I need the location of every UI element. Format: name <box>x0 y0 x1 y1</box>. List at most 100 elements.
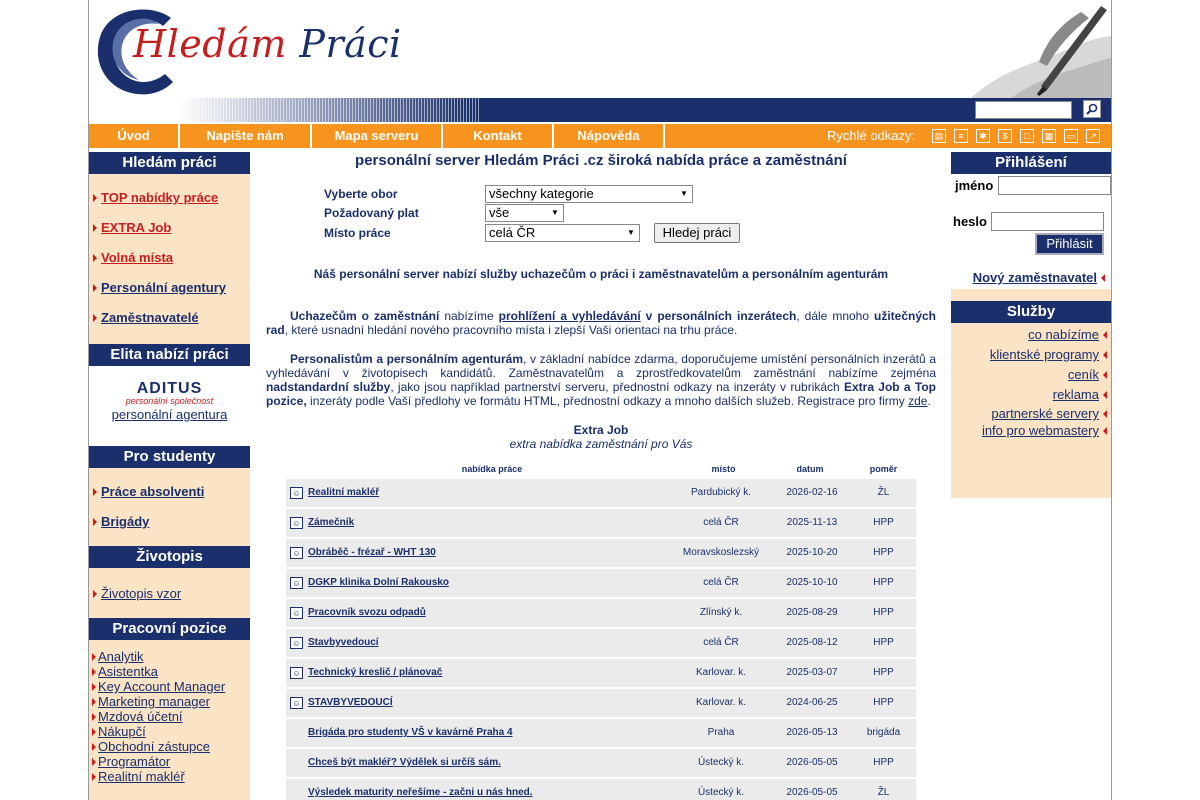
sidebar-link-volna-mista[interactable]: Volná místa <box>89 250 250 280</box>
arrow-left-icon <box>1103 351 1107 360</box>
table-row[interactable]: ☺ Technický kreslič / plánovač Karlovar. k… <box>286 659 916 687</box>
table-row[interactable]: ☺ STAVBYVEDOUCÍ Karlovar. k. 2024-06-25 HPP <box>286 689 916 717</box>
quick-link-money-icon[interactable]: $ <box>998 129 1012 143</box>
menu-item-mapa-serveru[interactable]: Mapa serveru <box>312 124 443 148</box>
table-row[interactable]: ☺ Realitní makléř Pardubický k. 2026-02-16 Ž… <box>286 479 916 507</box>
select-misto-value: celá ČR <box>489 225 536 240</box>
select-misto[interactable]: celá ČR ▼ <box>485 224 640 242</box>
link-prohlizeni[interactable]: prohlížení a vyhledávání <box>499 309 641 323</box>
menu-item-kontakt[interactable]: Kontakt <box>443 124 554 148</box>
quick-link-doc-icon[interactable]: □ <box>1020 129 1034 143</box>
table-row[interactable]: ☺ Obráběč - frézař - WHT 130 Moravskoslezs… <box>286 539 916 567</box>
search-button[interactable] <box>1083 100 1101 118</box>
left-header-pro-studenty: Pro studenty <box>89 446 250 468</box>
job-location: Karlovar. k. <box>695 697 747 708</box>
sidebar-link-brigady[interactable]: Brigády <box>89 514 250 544</box>
table-row[interactable]: ☺ Pracovník svozu odpadů Zlínský k. 2025-08… <box>286 599 916 627</box>
job-title-link[interactable]: Výsledek maturity neřešíme - začni u nás… <box>308 779 533 800</box>
arrow-icon <box>92 728 96 737</box>
page: Hledám Práci Úvod Napište nám Mapa serve… <box>88 0 1112 800</box>
paragraph-candidates: Uchazečům o zaměstnání nabízíme prohlíže… <box>266 309 937 337</box>
right-header-sluzby: Služby <box>951 301 1111 323</box>
service-link-reklama[interactable]: reklama <box>951 385 1111 405</box>
quick-link-person-icon[interactable]: ✱ <box>976 129 990 143</box>
left-header-pracovni-pozice: Pracovní pozice <box>89 618 250 640</box>
arrow-icon <box>92 758 96 767</box>
sidebar-link-personalni-agentury[interactable]: Personální agentury <box>89 280 250 310</box>
right-header-prihlaseni: Přihlášení <box>951 152 1111 174</box>
menu-item-uvod[interactable]: Úvod <box>89 124 180 148</box>
job-title-link[interactable]: DGKP klinika Dolní Rakousko <box>308 569 449 597</box>
position-link-marketing[interactable]: Marketing manager <box>89 694 250 709</box>
table-row[interactable]: Brigáda pro studenty VŠ v kavárně Praha … <box>286 719 916 747</box>
quick-link-list-icon[interactable]: ≡ <box>954 129 968 143</box>
intro-text: Náš personální server nabízí služby ucha… <box>313 267 889 281</box>
job-title-link[interactable]: Zámečník <box>308 509 354 537</box>
service-link-partnerske-servery[interactable]: partnerské servery <box>951 405 1111 422</box>
arrow-icon <box>93 224 97 233</box>
position-link-programator[interactable]: Programátor <box>89 754 250 769</box>
job-title-link[interactable]: Realitní makléř <box>308 479 379 507</box>
position-link-nakupci[interactable]: Nákupčí <box>89 724 250 739</box>
username-label: jméno <box>955 178 994 193</box>
position-link-mzdova-ucetni[interactable]: Mzdová účetní <box>89 709 250 724</box>
login-button[interactable]: Přihlásit <box>1035 233 1104 255</box>
menu-item-napoveda[interactable]: Nápověda <box>554 124 665 148</box>
password-input[interactable] <box>991 212 1104 231</box>
col-header-pomer: poměr <box>869 464 898 474</box>
username-input[interactable] <box>998 176 1111 195</box>
aditus-subtitle: personální společnost <box>125 396 214 406</box>
arrow-icon <box>92 743 96 752</box>
job-title-link[interactable]: Chceš být makléř? Výdělek si určíš sám. <box>308 749 501 777</box>
link-zde[interactable]: zde <box>908 394 927 408</box>
position-link-realitni-makler[interactable]: Realitní makléř <box>89 769 250 784</box>
find-job-button[interactable]: Hledej práci <box>654 223 740 243</box>
table-row[interactable]: Výsledek maturity neřešíme - začni u nás… <box>286 779 916 800</box>
new-employer-link[interactable]: Nový zaměstnavatel <box>973 270 1109 285</box>
job-title-link[interactable]: Pracovník svozu odpadů <box>308 599 426 627</box>
smiley-icon: ☺ <box>290 667 303 679</box>
service-link-cenik[interactable]: ceník <box>951 365 1111 385</box>
search-input[interactable] <box>975 101 1072 119</box>
select-plat[interactable]: vše ▼ <box>485 204 564 222</box>
position-link-obchodni-zastupce[interactable]: Obchodní zástupce <box>89 739 250 754</box>
table-row[interactable]: Chceš být makléř? Výdělek si určíš sám. Ú… <box>286 749 916 777</box>
table-row[interactable]: ☺ Stavbyvedoucí celá ČR 2025-08-12 HPP <box>286 629 916 657</box>
sidebar-link-zivotopis-vzor[interactable]: Životopis vzor <box>89 586 250 601</box>
pen-hand-icon <box>951 0 1111 98</box>
sidebar-link-extra-job[interactable]: EXTRA Job <box>89 220 250 250</box>
arrow-left-icon <box>1103 331 1107 340</box>
select-obor-value: všechny kategorie <box>489 186 594 201</box>
arrow-left-icon <box>1103 391 1107 400</box>
arrow-icon <box>92 668 96 677</box>
quick-link-chart-icon[interactable]: ↗ <box>1086 129 1100 143</box>
job-title-link[interactable]: STAVBYVEDOUCÍ <box>308 689 393 717</box>
paragraph-agencies: Personalistům a personálním agenturám, v… <box>266 352 936 408</box>
table-row[interactable]: ☺ Zámečník celá ČR 2025-11-13 HPP <box>286 509 916 537</box>
job-title-link[interactable]: Obráběč - frézař - WHT 130 <box>308 539 436 567</box>
table-row[interactable]: ☺ DGKP klinika Dolní Rakousko celá ČR 2025-… <box>286 569 916 597</box>
service-link-klientske-programy[interactable]: klientské programy <box>951 345 1111 365</box>
position-link-key-account[interactable]: Key Account Manager <box>89 679 250 694</box>
sidebar-link-top-nabidky[interactable]: TOP nabídky práce <box>89 190 250 220</box>
service-link-info-webmastery[interactable]: info pro webmastery <box>951 422 1111 439</box>
quick-link-grid-icon[interactable]: ▦ <box>1042 129 1056 143</box>
service-link-co-nabizime[interactable]: co nabízíme <box>951 325 1111 345</box>
logo-text[interactable]: Hledám Práci <box>133 22 402 66</box>
job-location: Ústecký k. <box>697 787 745 798</box>
job-title-link[interactable]: Technický kreslič / plánovač <box>308 659 442 687</box>
position-link-analytik[interactable]: Analytik <box>89 649 250 664</box>
job-type: HPP <box>873 607 894 618</box>
aditus-link[interactable]: personální agentura <box>89 407 250 422</box>
position-link-asistentka[interactable]: Asistentka <box>89 664 250 679</box>
sidebar-link-zamestnavatele[interactable]: Zaměstnavatelé <box>89 310 250 344</box>
job-title-link[interactable]: Brigáda pro studenty VŠ v kavárně Praha … <box>308 719 513 747</box>
quick-link-card-icon[interactable]: ▭ <box>1064 129 1078 143</box>
left-header-zivotopis: Životopis <box>89 546 250 568</box>
quick-link-building-icon[interactable]: ▤ <box>932 129 946 143</box>
password-label: heslo <box>953 214 987 229</box>
select-obor[interactable]: všechny kategorie ▼ <box>485 185 693 203</box>
menu-item-napiste-nam[interactable]: Napište nám <box>180 124 312 148</box>
job-title-link[interactable]: Stavbyvedoucí <box>308 629 379 657</box>
sidebar-link-prace-absolventi[interactable]: Práce absolventi <box>89 484 250 514</box>
